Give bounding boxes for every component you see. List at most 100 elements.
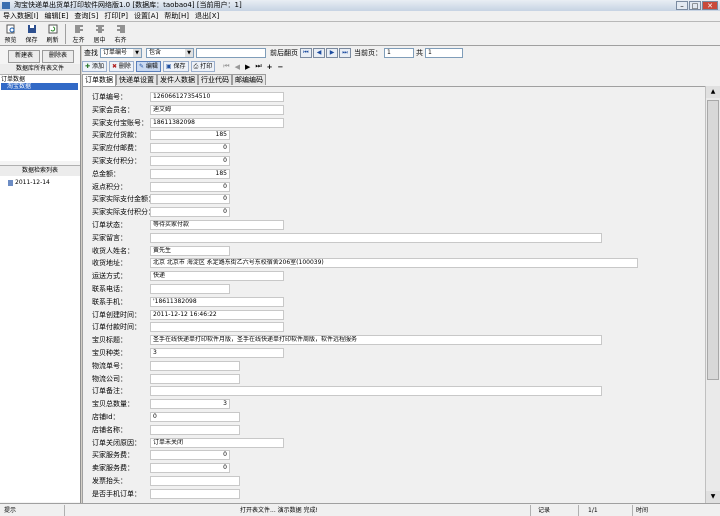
field-input[interactable]: 0 — [150, 207, 230, 218]
delete-table-button[interactable]: 删除表 — [42, 50, 74, 63]
field-input[interactable]: 快递 — [150, 271, 284, 282]
print-button[interactable]: ⎙ 打印 — [190, 61, 216, 72]
save-button[interactable]: 保存 — [21, 22, 42, 46]
field-input[interactable]: 2011-12-12 16:46:22 — [150, 309, 284, 320]
field-input[interactable]: 黄先生 — [150, 245, 230, 256]
order-form: 订单编号： 126066127354510 买家会员名： 迪艾姆 买家支付宝账号： 186… — [82, 86, 720, 505]
record-first-button[interactable]: ⏮ — [223, 62, 229, 71]
field-input[interactable]: 185 — [150, 130, 230, 141]
preview-button[interactable]: 预览 — [0, 22, 21, 46]
align-right-button[interactable]: 右齐 — [110, 22, 131, 46]
tab-order-data[interactable]: 订单数据 — [82, 74, 116, 86]
field-input[interactable]: 0 — [150, 412, 240, 422]
add-label: 添加 — [91, 63, 104, 70]
field-input[interactable]: 迪艾姆 — [150, 104, 284, 115]
tab-industry-code[interactable]: 行业代码 — [198, 74, 232, 85]
last-page-button[interactable]: ⏭ — [339, 47, 351, 58]
menu-help[interactable]: 帮助[H] — [161, 11, 192, 21]
tree-item-order-data[interactable]: 订单数据 — [1, 76, 25, 83]
menu-print[interactable]: 打印[P] — [101, 11, 131, 21]
record-last-button[interactable]: ⏭ — [255, 62, 261, 71]
field-input[interactable] — [150, 386, 602, 397]
field-input[interactable] — [150, 424, 240, 435]
field-input[interactable] — [150, 284, 230, 294]
preview-icon — [6, 24, 14, 34]
current-page-label: 当前页： — [354, 48, 382, 57]
field-input[interactable] — [150, 360, 240, 371]
field-input[interactable]: 18611382098 — [150, 117, 284, 128]
menu-settings[interactable]: 设置[A] — [131, 11, 161, 21]
field-input[interactable] — [150, 373, 240, 384]
align-center-button[interactable]: 居中 — [89, 22, 110, 46]
person-icon — [8, 179, 13, 186]
vertical-scrollbar[interactable]: ▲ ▼ — [705, 86, 720, 503]
save-icon — [27, 25, 36, 33]
field-label: 订单创建时间： — [92, 310, 141, 319]
add-button[interactable]: ✚ 添加 — [82, 61, 107, 72]
field-input[interactable]: '18611382098 — [150, 296, 284, 307]
field-input[interactable]: 3 — [150, 348, 284, 358]
field-input[interactable]: 0 — [150, 181, 230, 192]
field-label: 卖家服务费： — [92, 464, 134, 473]
minimize-button[interactable]: – — [676, 1, 688, 10]
field-input[interactable]: 0 — [150, 463, 230, 474]
next-page-button[interactable]: ▶ — [326, 47, 338, 58]
prev-page-button[interactable]: ◀ — [313, 47, 325, 58]
scroll-up-icon[interactable]: ▲ — [706, 86, 720, 98]
field-input[interactable] — [150, 476, 240, 486]
refresh-icon — [48, 24, 57, 34]
field-label: 买家支付积分： — [92, 157, 141, 165]
field-input[interactable]: 0 — [150, 156, 230, 166]
field-input[interactable]: 等待买家付款 — [150, 220, 284, 230]
tree-item-taobao-data[interactable]: 淘宝数据 — [1, 83, 78, 90]
field-input[interactable] — [150, 488, 240, 499]
field-input[interactable]: 0 — [150, 450, 230, 461]
field-label: 物流单号： — [92, 361, 127, 370]
index-item[interactable]: 2011-12-14 — [8, 179, 50, 186]
field-input[interactable] — [150, 232, 602, 243]
delete-button[interactable]: ✖ 删除 — [108, 61, 134, 72]
main-area: 查找 订单编号 ▼ 包含 ▼ 前后翻页 ⏮ ◀ ▶ ⏭ 当前页： 1 共 1 ✚… — [82, 46, 720, 505]
refresh-button[interactable]: 刷新 — [42, 22, 63, 46]
search-input[interactable] — [196, 47, 266, 58]
align-left-button[interactable]: 左齐 — [68, 22, 89, 46]
title-bar: 淘宝快递单出货单打印软件网络版1.0 [数据库：taobao4] [当前用户：1… — [0, 0, 720, 11]
field-label: 是否手机订单： — [92, 489, 141, 498]
record-next-button[interactable]: ▶ — [245, 63, 250, 71]
tab-postal-code[interactable]: 邮编编码 — [232, 74, 266, 85]
first-page-button[interactable]: ⏮ — [300, 47, 312, 58]
current-page-value: 1 — [387, 48, 391, 56]
scroll-down-icon[interactable]: ▼ — [706, 491, 720, 503]
menu-query[interactable]: 查询[S] — [71, 11, 101, 21]
record-save-button[interactable]: ▣ 保存 — [162, 61, 189, 72]
new-table-button[interactable]: 新建表 — [8, 50, 40, 63]
field-input[interactable]: 185 — [150, 168, 230, 179]
tab-express-settings[interactable]: 快递单设置 — [116, 74, 157, 85]
field-input[interactable]: 126066127354510 — [150, 92, 284, 102]
scroll-thumb[interactable] — [707, 100, 719, 380]
field-input[interactable]: 3 — [150, 399, 230, 410]
field-input[interactable]: 0 — [150, 143, 230, 154]
record-insert-button[interactable]: + — [267, 63, 273, 71]
maximize-button[interactable]: □ — [689, 1, 701, 10]
edit-button[interactable]: ✎ 编辑 — [135, 61, 161, 72]
match-mode-select[interactable]: 包含 ▼ — [146, 47, 194, 58]
field-label: 买家应付邮费： — [92, 144, 141, 153]
field-input[interactable]: 圣手在线快递单打印软件月版，圣手在线快递单打印软件周版，软件远程服务 — [150, 335, 602, 346]
field-input[interactable]: 订单未关闭 — [150, 437, 284, 448]
record-remove-button[interactable]: − — [278, 63, 284, 71]
menu-import[interactable]: 导入数据[I] — [0, 11, 42, 21]
record-prev-button[interactable]: ◀ — [235, 63, 240, 71]
left-panel: 新建表 删除表 数据库所有表文件 订单数据 淘宝数据 数据检索列表 2011-1… — [0, 46, 81, 503]
field-select[interactable]: 订单编号 ▼ — [100, 47, 142, 58]
field-input[interactable]: 北京 北京市 海淀区 永定路东街乙六号东校宿舍206室(100039) — [150, 258, 638, 269]
field-input[interactable]: 0 — [150, 194, 230, 205]
field-input[interactable] — [150, 322, 284, 333]
tab-sender-data[interactable]: 发件人数据 — [157, 74, 198, 85]
close-button[interactable]: ✕ — [702, 1, 718, 10]
menu-exit[interactable]: 退出[X] — [192, 11, 222, 21]
disk-icon: ▣ — [165, 63, 172, 70]
menu-edit[interactable]: 编辑[E] — [42, 11, 72, 21]
current-page-input[interactable]: 1 — [384, 47, 414, 58]
field-label: 订单编号： — [92, 93, 127, 101]
